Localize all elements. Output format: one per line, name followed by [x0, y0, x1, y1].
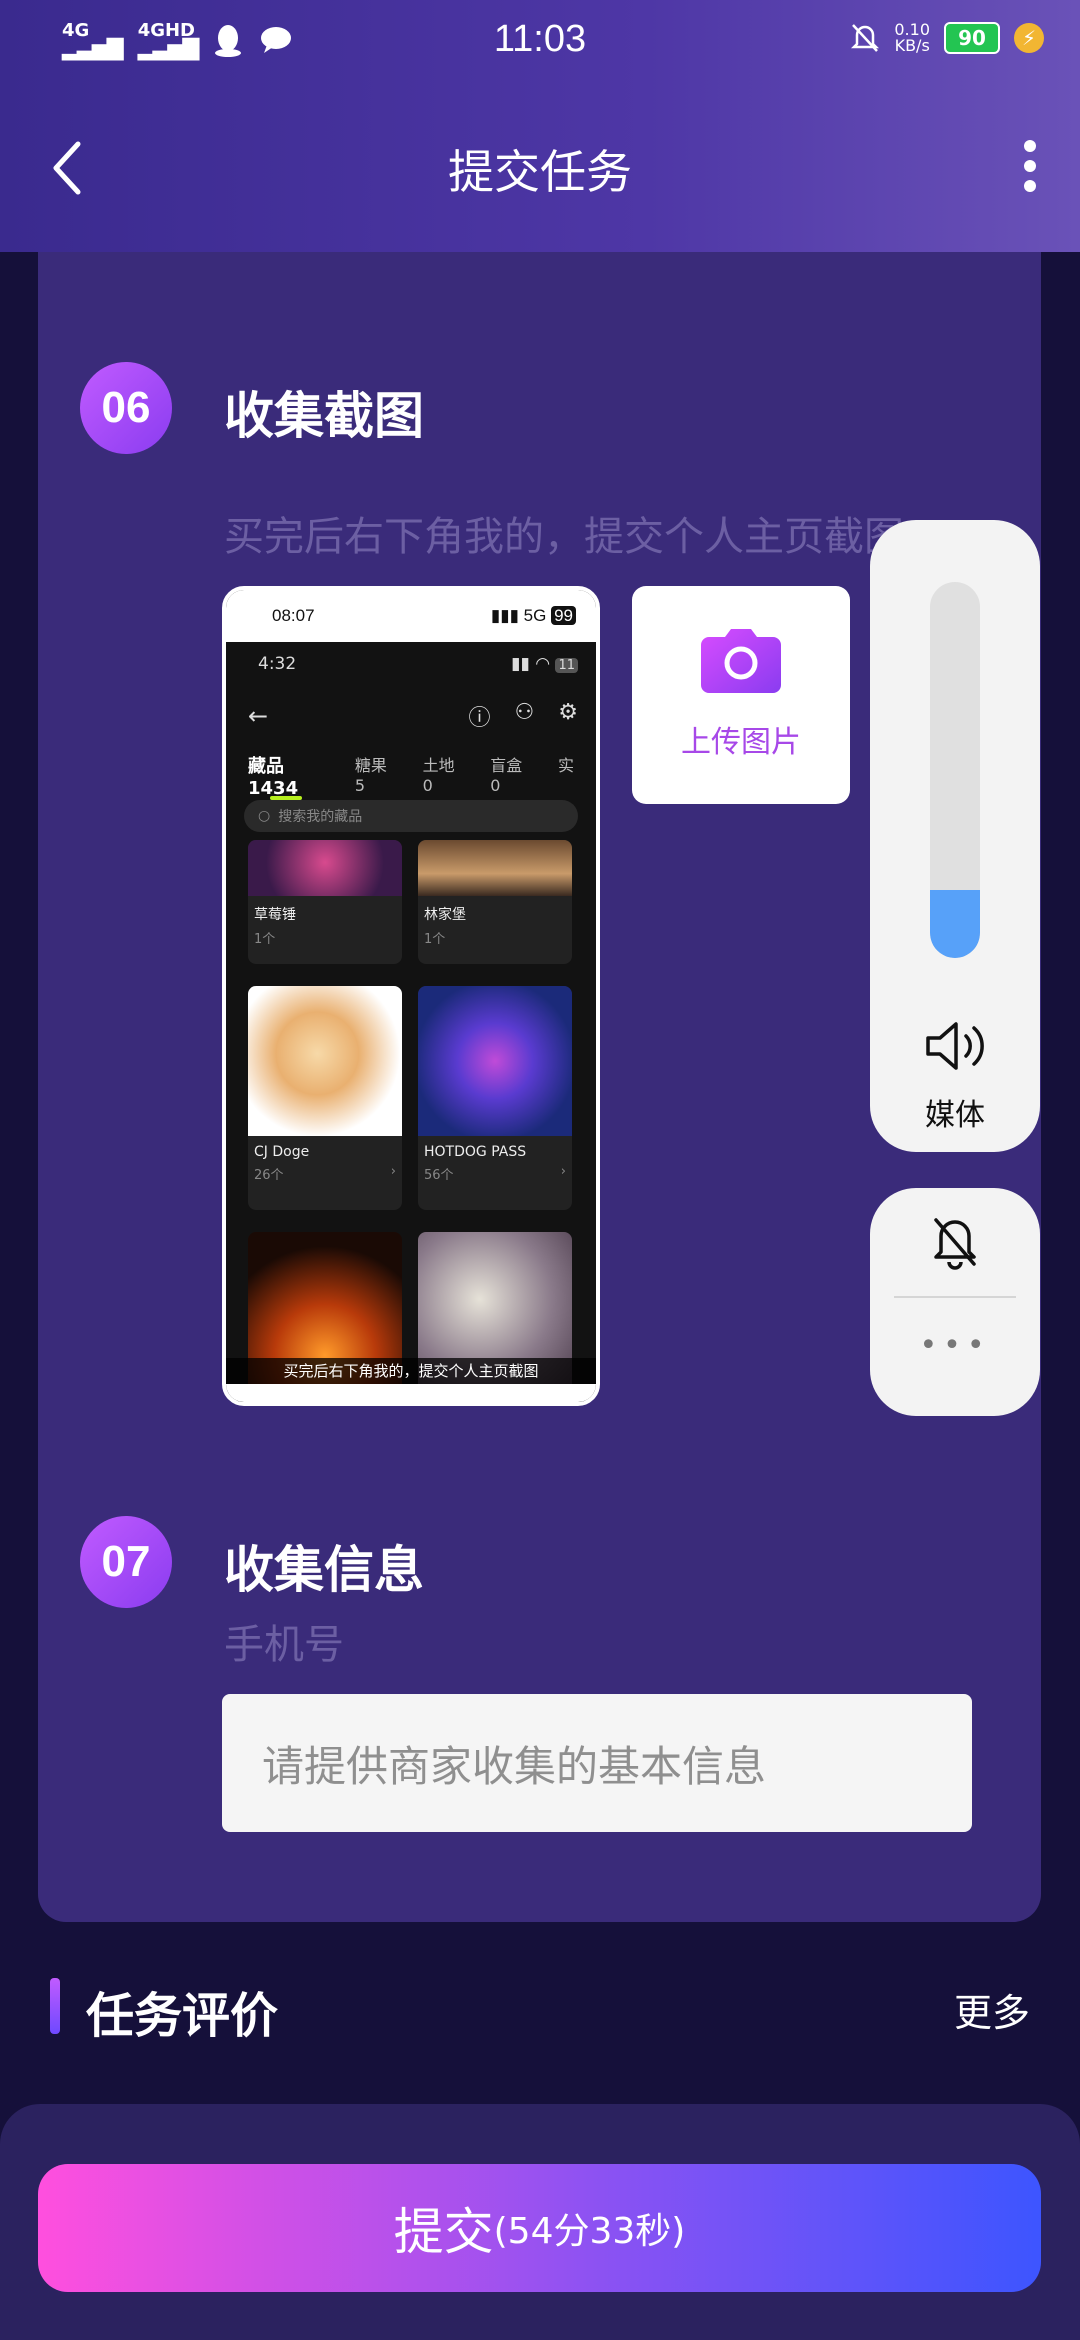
step-badge-07: 07 [80, 1516, 172, 1608]
help-icon: ⓘ [468, 706, 491, 731]
shot-outer-time: 08:07 [272, 606, 315, 625]
shot-status-inner: 4:32 ▮▮ ◠ 11 [226, 642, 596, 686]
shot-inner-battery: 11 [555, 658, 578, 673]
shot-tab-more: 实 [557, 756, 574, 775]
collectible-count: 1个 [418, 926, 572, 949]
shot-tab-candy: 糖果5 [354, 756, 387, 795]
shot-tab-blindbox: 盲盒0 [490, 756, 523, 795]
shot-bottom-strip [226, 1384, 596, 1402]
net-speed: 0.10 KB/s [894, 22, 930, 54]
step-title-screenshot: 收集截图 [224, 387, 424, 445]
shot-outer-battery: 99 [551, 606, 576, 625]
volume-panel: 媒体 [870, 520, 1040, 1152]
shot-tab-collection: 藏品1434 [248, 752, 325, 800]
shot-nav: ← ⓘ ⚇ ⚙ [226, 686, 596, 746]
speaker-icon[interactable] [922, 1018, 988, 1074]
users-icon: ⚇ [514, 700, 535, 725]
mute-bell-icon [851, 24, 880, 52]
upload-image-button[interactable]: 上传图片 [632, 586, 850, 804]
task-review-title: 任务评价 [86, 1988, 279, 2044]
field-label-phone: 手机号 [224, 1622, 344, 1668]
collectible-count-value: 26个 [254, 1168, 284, 1183]
collectible-image [418, 840, 572, 896]
collectible-name: 草莓锤 [254, 907, 296, 923]
collectible-name: CJ Doge [254, 1144, 310, 1160]
shot-home-indicator [346, 1394, 482, 1398]
shot-back-icon: ← [248, 702, 269, 730]
submit-timer: (54分33秒) [493, 2211, 686, 2252]
basic-info-input[interactable]: 请提供商家收集的基本信息 [222, 1694, 972, 1832]
collectible-count: 26个 › [248, 1162, 402, 1185]
submit-label: 提交 [393, 2203, 494, 2261]
collectible-count-value: 1个 [254, 932, 276, 947]
submit-button[interactable]: 提交 (54分33秒) [38, 2164, 1041, 2292]
step-title-info: 收集信息 [224, 1541, 424, 1599]
collectible-count: 56个 › [418, 1162, 572, 1185]
collectible-tile: 林家堡 1个 [418, 840, 572, 964]
shot-tab-land: 土地0 [422, 756, 455, 795]
collectible-name: 林家堡 [424, 907, 466, 923]
collectible-tile: CJ Doge 26个 › [248, 986, 402, 1210]
step-hint: 买完后右下角我的，提交个人主页截图 [224, 514, 904, 560]
charging-icon: ⚡ [1014, 23, 1044, 53]
review-more-link[interactable]: 更多 [954, 1982, 1030, 2037]
nav-bar: 提交任务 [0, 130, 1080, 210]
collectible-name: HOTDOG PASS [424, 1144, 527, 1160]
camera-icon [701, 629, 781, 693]
upload-image-label: 上传图片 [681, 725, 801, 760]
section-accent-bar [50, 1978, 60, 2034]
ringer-panel: ••• [870, 1188, 1040, 1416]
collectible-count-value: 1个 [424, 932, 446, 947]
search-icon: ○ [258, 808, 271, 824]
shot-outer-net-label: 5G [523, 606, 547, 625]
volume-label: 媒体 [925, 1098, 985, 1133]
app-header: 4G ▂▃▅▇ 4GHD ▂▃▅▇ 11:03 0.10 KB/s 90 ⚡ 提交任务 [0, 0, 1080, 252]
shot-nav-icons: ⓘ ⚇ ⚙ [469, 700, 578, 732]
status-right: 0.10 KB/s 90 ⚡ [850, 22, 1044, 54]
shot-inner-icons: ▮▮ ◠ 11 [511, 654, 578, 674]
status-bar: 4G ▂▃▅▇ 4GHD ▂▃▅▇ 11:03 0.10 KB/s 90 ⚡ [0, 18, 1080, 68]
collectible-tile: HOTDOG PASS 56个 › [418, 986, 572, 1210]
shot-outer-net: ▮▮▮ 5G 99 [491, 606, 576, 626]
step-badge-06: 06 [80, 362, 172, 454]
collectible-tile: 草莓锤 1个 [248, 840, 402, 964]
collectible-image [418, 986, 572, 1136]
mute-bell-icon[interactable] [930, 1214, 980, 1270]
ringer-divider [894, 1296, 1016, 1298]
task-review-header: 任务评价 更多 [50, 1976, 1030, 2044]
collectible-count-value: 56个 [424, 1168, 454, 1183]
volume-slider[interactable] [930, 582, 980, 958]
battery-icon: 90 [944, 22, 1000, 54]
net-speed-unit: KB/s [894, 36, 930, 55]
collectible-image [248, 986, 402, 1136]
page-title: 提交任务 [448, 145, 632, 199]
collectible-image [248, 840, 402, 896]
shot-tabs: 藏品1434 糖果5 土地0 盲盒0 实 [226, 746, 596, 800]
chevron-right-icon: › [560, 1164, 566, 1179]
shot-inner-time: 4:32 [258, 654, 297, 674]
settings-icon: ⚙ [558, 700, 578, 725]
shot-search-placeholder: 搜索我的藏品 [278, 809, 363, 825]
shot-grid: 草莓锤 1个 林家堡 1个 CJ Doge 26个 › HOTDOG PASS 5… [226, 840, 596, 1402]
more-options-icon[interactable]: ••• [870, 1328, 1040, 1363]
chevron-right-icon: › [390, 1164, 396, 1179]
shot-status-outer: 08:07 ▮▮▮ 5G 99 [226, 590, 596, 642]
more-menu-icon[interactable] [1010, 136, 1050, 196]
collectible-count: 1个 [248, 926, 402, 949]
example-screenshot[interactable]: 08:07 ▮▮▮ 5G 99 4:32 ▮▮ ◠ 11 ← ⓘ ⚇ ⚙ 藏品143… [222, 586, 600, 1406]
volume-slider-fill [930, 890, 980, 958]
shot-caption: 买完后右下角我的，提交个人主页截图 [226, 1358, 596, 1384]
shot-search: ○ 搜索我的藏品 [244, 800, 578, 832]
